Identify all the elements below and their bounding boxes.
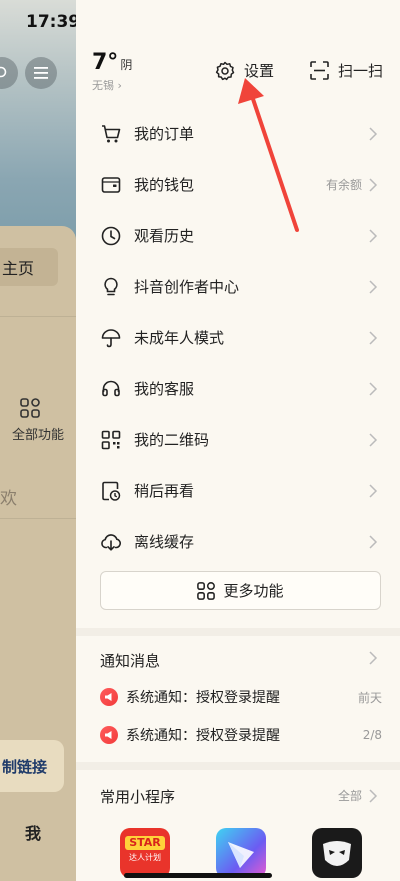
watch-later-icon [100,480,122,502]
mini-programs-title: 常用小程序 [100,788,176,806]
menu-item-label: 抖音创作者中心 [134,278,240,296]
menu-item-label: 观看历史 [134,227,195,245]
mini-programs-all-link[interactable]: 全部 [338,787,378,804]
weather-condition: 阴 [120,58,133,72]
menu-item-wallet[interactable]: 我的钱包 有余额 [76,159,400,210]
weather-temperature: 7° [92,50,119,75]
menu-item-label: 未成年人模式 [134,329,225,347]
menu-item-label: 我的二维码 [134,431,210,449]
cloud-download-icon [100,531,122,553]
menu-item-watch-later[interactable]: 稍后再看 [76,465,400,516]
chevron-right-icon [369,279,378,294]
settings-button[interactable]: 设置 [215,60,274,81]
background-copy-link-label: 制链接 [2,757,48,776]
gear-icon [215,61,235,80]
wallet-icon [100,174,122,196]
background-like-text: 喜欢 [0,489,17,509]
chevron-right-icon [369,534,378,549]
hamburger-icon [34,67,48,79]
menu-item-customer-service[interactable]: 我的客服 [76,363,400,414]
section-divider [76,762,400,770]
background-like-tab[interactable]: 喜欢 [0,484,17,509]
section-divider [76,628,400,636]
grid-icon [197,581,216,600]
star-subtitle: 达人计划 [129,853,161,862]
megaphone-icon [100,726,118,744]
background-me-tab[interactable]: 我 [25,820,41,844]
menu-list: 我的订单 我的钱包 有余额 观看历史 抖音创作者中心 未成年人模式 我的客服 我… [76,108,400,567]
chevron-right-icon [369,651,378,665]
chevron-right-icon [369,483,378,498]
chevron-right-icon [369,126,378,141]
notification-text: 系统通知：授权登录提醒 [126,690,280,706]
menu-item-offline-cache[interactable]: 离线缓存 [76,516,400,567]
mini-program-mask[interactable] [312,828,362,878]
weather-widget[interactable]: 7° 阴 无锡 › [92,50,132,93]
background-home-tab[interactable]: 主页 [0,248,58,286]
background-page: 主页 全部功能 喜欢 制链接 我 [0,0,76,881]
chevron-right-icon [369,432,378,447]
chevron-right-icon [369,788,378,803]
weather-city: 无锡 › [92,79,122,92]
qrcode-icon [100,429,122,451]
chevron-right-icon [369,177,378,192]
menu-item-minor-mode[interactable]: 未成年人模式 [76,312,400,363]
background-all-functions[interactable]: 全部功能 [0,398,76,443]
mask-logo-icon [323,841,351,866]
more-functions-button[interactable]: 更多功能 [100,571,381,610]
menu-item-watch-history[interactable]: 观看历史 [76,210,400,261]
menu-item-label: 我的钱包 [134,176,195,194]
mini-programs-all-label: 全部 [337,789,362,803]
wallet-balance-hint: 有余额 [325,178,362,192]
clock-icon [100,225,122,247]
notifications-title[interactable]: 通知消息 [100,650,160,671]
home-indicator[interactable] [124,873,272,878]
headset-icon [100,378,122,400]
more-functions-label: 更多功能 [223,582,284,600]
background-divider [0,316,76,317]
notification-text: 系统通知：授权登录提醒 [126,728,280,744]
chevron-right-icon [369,330,378,345]
menu-item-label: 稍后再看 [134,482,195,500]
notification-time: 2/8 [362,728,382,742]
background-copy-link-button[interactable]: 制链接 [0,740,64,792]
bulb-icon [100,276,122,298]
notification-item[interactable]: 系统通知：授权登录提醒 2/8 [100,721,382,749]
scan-icon [310,61,329,80]
star-badge: STAR [125,836,165,850]
chevron-right-icon [369,381,378,396]
chevron-right-icon [369,228,378,243]
background-sky-image [0,0,76,240]
side-drawer: 7° 阴 无锡 › 设置 扫一扫 我的订单 我的钱包 有余额 观看历史 抖音创作… [76,0,400,881]
grid-icon [20,398,40,418]
menu-item-label: 离线缓存 [134,533,195,551]
notifications-more[interactable] [368,651,378,665]
menu-item-creator-center[interactable]: 抖音创作者中心 [76,261,400,312]
menu-item-label: 我的订单 [134,125,195,143]
mini-program-star[interactable]: STAR 达人计划 [120,828,170,878]
settings-label: 设置 [244,62,275,80]
kite-logo-icon [228,842,254,868]
megaphone-icon [100,688,118,706]
background-divider [0,518,76,519]
search-icon [0,66,7,78]
scan-label: 扫一扫 [338,62,384,80]
menu-item-qr-code[interactable]: 我的二维码 [76,414,400,465]
scan-button[interactable]: 扫一扫 [310,60,383,81]
mini-program-kite[interactable] [216,828,266,878]
menu-item-label: 我的客服 [134,380,195,398]
status-time: 17:39 [26,12,81,32]
menu-item-orders[interactable]: 我的订单 [76,108,400,159]
background-all-functions-label: 全部功能 [11,428,64,443]
notification-item[interactable]: 系统通知：授权登录提醒 前天 [100,683,382,711]
background-menu-button[interactable] [25,57,57,89]
notification-time: 前天 [357,690,382,705]
cart-icon [100,123,122,145]
umbrella-icon [100,327,122,349]
